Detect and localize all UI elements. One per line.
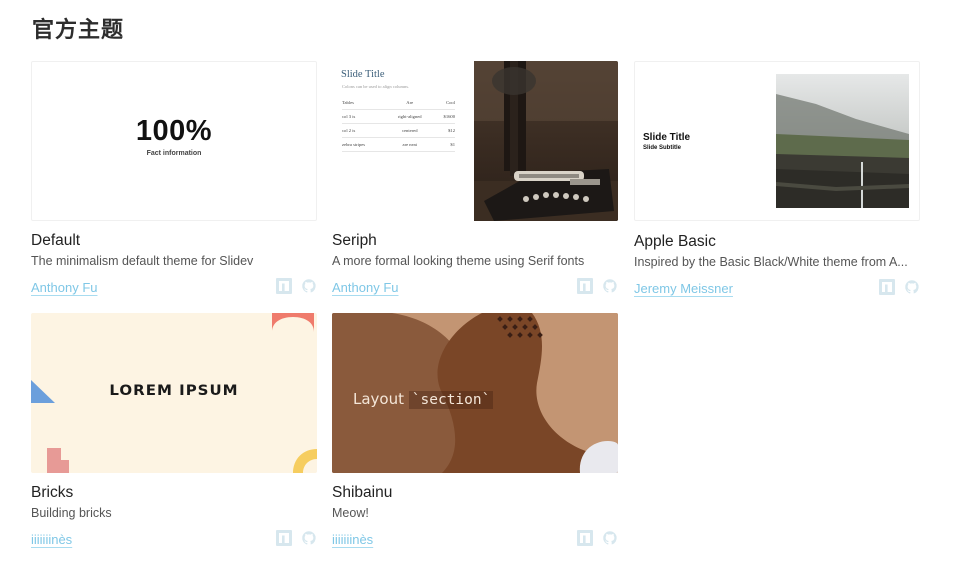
preview-headline: 100% [135, 115, 213, 147]
theme-name: Shibainu [332, 484, 393, 501]
preview-subtitle: Slide Subtitle [643, 145, 682, 151]
npm-icon[interactable] [577, 278, 593, 294]
author-link[interactable]: iiiiiiinès [31, 532, 72, 547]
github-icon[interactable] [602, 278, 618, 294]
cliff-photo [776, 74, 909, 208]
theme-card-default[interactable]: 100% Fact information Default The minima… [31, 61, 317, 299]
author-link[interactable]: Anthony Fu [31, 280, 98, 295]
preview-text: Layout `section` [353, 390, 494, 409]
author-link[interactable]: Anthony Fu [332, 280, 399, 295]
preview-title: Slide Title [341, 69, 385, 80]
preview-headline: LOREM IPSUM [109, 381, 239, 399]
github-icon[interactable] [602, 530, 618, 546]
theme-name: Bricks [31, 484, 74, 501]
npm-icon[interactable] [577, 530, 593, 546]
theme-preview-apple-basic[interactable]: Slide Title Slide Subtitle [634, 61, 920, 221]
theme-card-seriph[interactable]: Slide Title Colons can be used to align … [332, 61, 618, 299]
theme-description: Inspired by the Basic Black/White theme … [634, 255, 908, 269]
author-link[interactable]: iiiiiiinès [332, 532, 373, 547]
preview-table: Tables Are Cool col 3 is right-aligned $1600… [342, 96, 455, 152]
theme-name: Default [31, 232, 81, 249]
theme-description: A more formal looking theme using Serif … [332, 254, 585, 268]
theme-description: Meow! [332, 506, 369, 520]
theme-card-apple-basic[interactable]: Slide Title Slide Subtitle Apple Basic I… [634, 61, 920, 300]
theme-name: Apple Basic [634, 233, 716, 250]
typewriter-photo [474, 61, 618, 221]
npm-icon[interactable] [276, 278, 292, 294]
npm-icon[interactable] [276, 530, 292, 546]
npm-icon[interactable] [879, 279, 895, 295]
theme-preview-default[interactable]: 100% Fact information [31, 61, 317, 221]
preview-code: `section` [408, 391, 494, 409]
theme-preview-bricks[interactable]: LOREM IPSUM [31, 313, 317, 473]
preview-title: Slide Title [643, 132, 691, 143]
section-title: 官方主题 [32, 18, 125, 43]
theme-description: Building bricks [31, 506, 112, 520]
preview-subtitle: Colons can be used to align columns. [342, 84, 410, 89]
github-icon[interactable] [301, 278, 317, 294]
theme-card-bricks[interactable]: LOREM IPSUM Bricks Building bricks iiiii… [31, 313, 317, 551]
author-link[interactable]: Jeremy Meissner [634, 281, 733, 296]
theme-name: Seriph [332, 232, 377, 249]
theme-preview-seriph[interactable]: Slide Title Colons can be used to align … [332, 61, 618, 221]
github-icon[interactable] [301, 530, 317, 546]
github-icon[interactable] [904, 279, 920, 295]
theme-description: The minimalism default theme for Slidev [31, 254, 254, 268]
theme-preview-shibainu[interactable]: Layout `section` [332, 313, 618, 473]
preview-caption: Fact information [146, 150, 202, 157]
theme-card-shibainu[interactable]: Layout `section` Shibainu Meow! iiiiiiin… [332, 313, 618, 551]
